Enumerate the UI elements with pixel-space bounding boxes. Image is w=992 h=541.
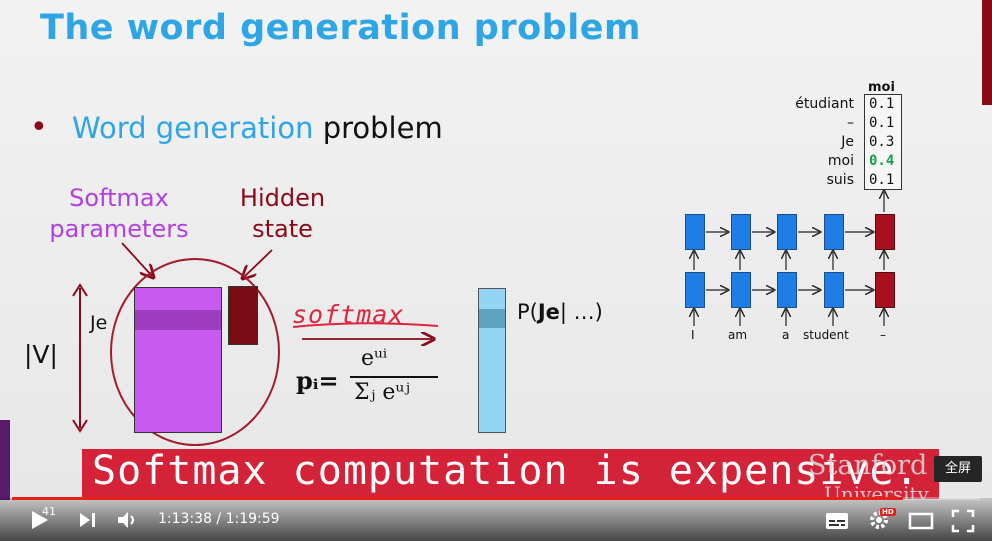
- rnn-cell: [731, 272, 751, 308]
- rnn-input-word: –: [880, 328, 886, 342]
- rnn-cell: [731, 214, 751, 250]
- pje-prefix: P(: [517, 300, 538, 324]
- formula-numerator: eᵘⁱ: [361, 346, 388, 371]
- subtitle-text: Softmax computation is expensive.: [92, 448, 920, 494]
- pje-suffix: | …): [559, 300, 603, 324]
- prob-value: 0.1: [869, 115, 895, 131]
- progress-fill: [12, 497, 903, 500]
- softmax-matrix: [134, 287, 222, 433]
- prob-table-header: moi: [868, 80, 895, 95]
- theater-icon: [908, 512, 934, 530]
- pje-word: Je: [537, 300, 560, 324]
- prob-word: Je: [841, 134, 854, 150]
- fullscreen-button[interactable]: [951, 509, 975, 537]
- fraction-bar: [350, 376, 438, 378]
- rnn-cell: [777, 272, 797, 308]
- rnn-cell: [824, 214, 844, 250]
- prob-word: étudiant: [795, 96, 854, 112]
- prob-value: 0.1: [869, 96, 895, 112]
- rnn-input-word: am: [728, 328, 748, 342]
- fullscreen-tooltip: 全屏: [934, 456, 982, 482]
- prob-value: 0.3: [869, 134, 895, 150]
- theater-mode-button[interactable]: [908, 512, 934, 534]
- subtitles-button[interactable]: [825, 512, 849, 534]
- rnn-cell-decoder: [875, 272, 895, 308]
- stanford-watermark: Stanford University: [808, 450, 929, 501]
- rnn-input-word: I: [691, 328, 695, 342]
- vector-row-je: [479, 309, 505, 328]
- softmax-handwritten: softmax: [292, 300, 405, 329]
- prob-values: 0.1 0.1 0.3 0.4 0.1: [869, 95, 894, 190]
- rnn-cell: [777, 214, 797, 250]
- rnn-cell: [824, 272, 844, 308]
- fullscreen-icon: [951, 509, 975, 533]
- prob-value-max: 0.4: [869, 153, 895, 169]
- rnn-cell: [685, 214, 705, 250]
- prob-word: –: [847, 115, 854, 131]
- hd-badge: HD: [880, 508, 896, 516]
- volume-button[interactable]: [117, 510, 139, 534]
- arrow: [244, 249, 273, 277]
- rnn-input-word: student: [803, 328, 849, 342]
- prob-word: moi: [827, 153, 854, 169]
- time-display: 1:13:38 / 1:19:59: [158, 511, 280, 527]
- probability-vector: [478, 288, 506, 433]
- subtitles-icon: [826, 513, 848, 529]
- rnn-cell: [685, 272, 705, 308]
- arrow: [121, 242, 152, 276]
- video-frame[interactable]: The word generation problem • Word gener…: [0, 0, 992, 500]
- vocab-size-label: |V|: [24, 340, 58, 369]
- next-icon: [80, 513, 95, 527]
- rnn-input-word: a: [782, 328, 790, 342]
- matrix-row-je: [135, 310, 221, 330]
- prob-word: suis: [826, 172, 854, 188]
- volume-icon: [118, 512, 134, 528]
- thumb-number: 41: [42, 505, 56, 518]
- watermark-line: Stanford: [808, 450, 928, 481]
- probability-label: P(Je| …): [517, 300, 603, 324]
- prob-value: 0.1: [869, 172, 895, 188]
- hidden-state-vector: [228, 286, 258, 345]
- next-button[interactable]: [79, 512, 97, 532]
- prob-words: étudiant – Je moi suis: [760, 95, 854, 190]
- je-row-label: Je: [90, 312, 108, 334]
- rnn-cell-decoder: [875, 214, 895, 250]
- formula-lhs: pᵢ=: [296, 366, 339, 395]
- formula-denominator: Σⱼ eᵘʲ: [354, 380, 410, 405]
